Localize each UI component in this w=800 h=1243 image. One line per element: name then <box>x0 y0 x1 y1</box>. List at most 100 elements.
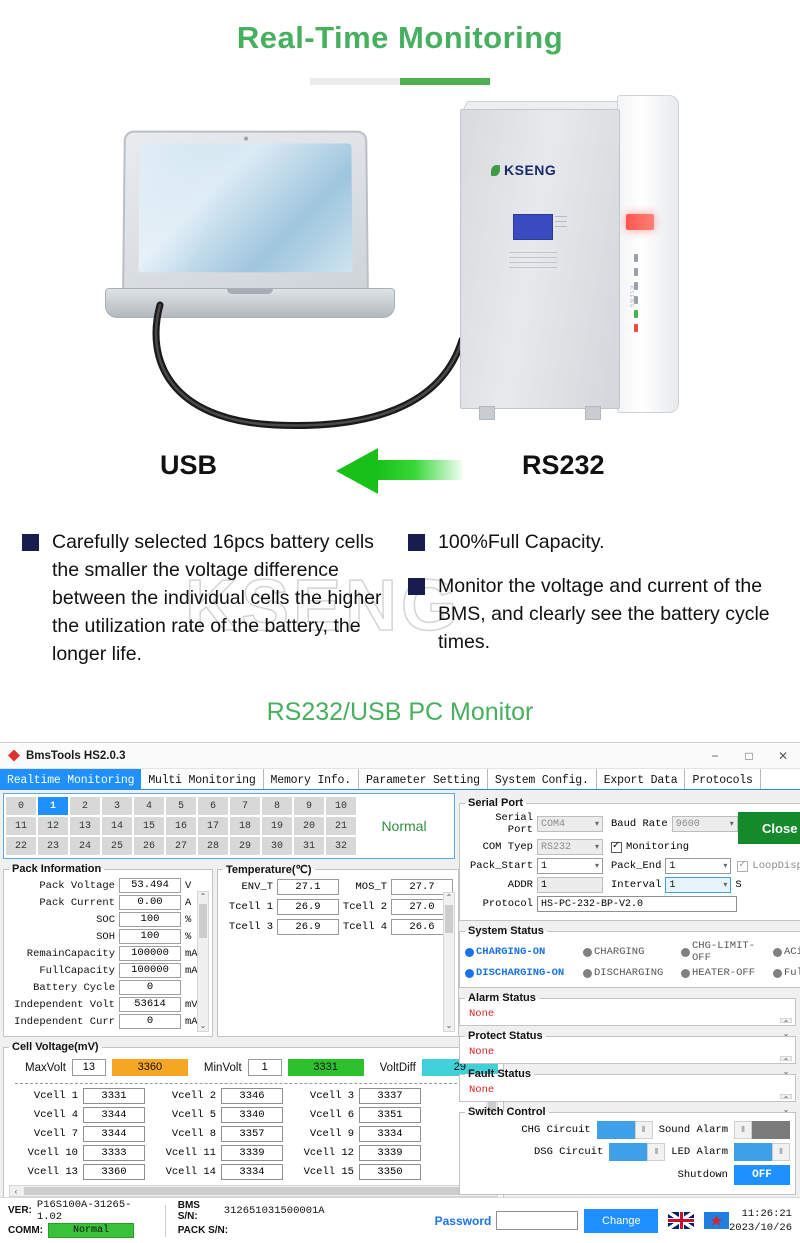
pack-number-12[interactable]: 12 <box>38 817 68 835</box>
scroll-down-icon[interactable]: ⌄ <box>200 1021 207 1031</box>
scrollbar-thumb[interactable] <box>445 905 453 933</box>
pack-information-scrollbar[interactable]: ⌃ ⌄ <box>197 891 209 1032</box>
pack-number-32[interactable]: 32 <box>326 837 356 855</box>
pack-number-22[interactable]: 22 <box>6 837 36 855</box>
addr-input[interactable]: 1 <box>537 877 603 893</box>
shutdown-button[interactable]: OFF <box>734 1165 790 1185</box>
divider-green-segment <box>400 78 490 85</box>
pack-number-6[interactable]: 6 <box>198 797 228 815</box>
cell-voltage-summary: MaxVolt 13 3360 MinVolt 1 3331 VoltDiff … <box>9 1056 498 1081</box>
cell-voltage-horizontal-scrollbar[interactable]: ‹ › <box>9 1185 498 1197</box>
led-alarm-toggle[interactable]: ⦀ <box>734 1143 790 1161</box>
scroll-up-icon[interactable]: ⌃ <box>200 892 207 902</box>
pack-start-select[interactable]: 1 ▾ <box>537 858 603 874</box>
pack-number-28[interactable]: 28 <box>198 837 228 855</box>
pack-number-30[interactable]: 30 <box>262 837 292 855</box>
pack-number-5[interactable]: 5 <box>166 797 196 815</box>
monitoring-checkbox[interactable] <box>611 840 622 853</box>
pack-number-27[interactable]: 27 <box>166 837 196 855</box>
scroll-up-icon[interactable]: ⌃ <box>783 1095 790 1105</box>
tab-parameter-setting[interactable]: Parameter Setting <box>359 769 488 789</box>
sound-alarm-toggle[interactable]: ⦀ <box>734 1121 790 1139</box>
tab-system-config[interactable]: System Config. <box>488 769 597 789</box>
pack-number-19[interactable]: 19 <box>262 817 292 835</box>
pack-info-row: RemainCapacity 100000 mAH <box>9 946 207 961</box>
tab-multi-monitoring[interactable]: Multi Monitoring <box>141 769 264 789</box>
scroll-up-icon[interactable]: ⌃ <box>783 1057 790 1067</box>
switch-control-legend: Switch Control <box>468 1106 546 1118</box>
pack-number-11[interactable]: 11 <box>6 817 36 835</box>
pack-number-26[interactable]: 26 <box>134 837 164 855</box>
pack-range-row: Pack_Start 1▾ Pack_End 1▾ LoopDisplay <box>465 858 800 874</box>
cell-voltage-label: Vcell 12 <box>303 1147 354 1159</box>
pack-number-15[interactable]: 15 <box>134 817 164 835</box>
pack-number-3[interactable]: 3 <box>102 797 132 815</box>
scroll-up-icon[interactable]: ⌃ <box>446 893 453 903</box>
tab-memory-info[interactable]: Memory Info. <box>264 769 359 789</box>
dsg-circuit-toggle[interactable]: ⦀ <box>609 1143 666 1161</box>
language-english-flag-icon[interactable] <box>668 1212 694 1229</box>
language-chinese-flag-icon[interactable]: ★ <box>703 1212 729 1229</box>
status-led-icon <box>773 947 782 957</box>
pack-number-1[interactable]: 1 <box>38 797 68 815</box>
tab-realtime-monitoring[interactable]: Realtime Monitoring <box>0 769 142 789</box>
pack-info-row: SOC 100% <box>9 912 207 927</box>
alarm-status-scrollbar[interactable]: ⌃ ⌄ <box>780 1018 792 1038</box>
protect-status-scrollbar[interactable]: ⌃ ⌄ <box>780 1056 792 1076</box>
system-status-indicator: ACin <box>773 940 800 964</box>
maximize-button[interactable]: □ <box>732 743 766 769</box>
loopdisplay-checkbox[interactable] <box>737 859 749 872</box>
pack-number-0[interactable]: 0 <box>6 797 36 815</box>
tab-export-data[interactable]: Export Data <box>597 769 686 789</box>
loopdisplay-checkbox-group[interactable]: LoopDisplay <box>737 859 800 872</box>
system-status-row: CHARGING-ON CHARGING CHG-LIMIT-OFF ACin <box>465 940 800 964</box>
protocol-input[interactable]: HS-PC-232-BP-V2.0 <box>537 896 737 912</box>
pack-number-20[interactable]: 20 <box>294 817 324 835</box>
chg-sound-row: CHG Circuit ⦀ Sound Alarm ⦀ <box>465 1121 790 1139</box>
pack-number-14[interactable]: 14 <box>102 817 132 835</box>
scroll-up-icon[interactable]: ⌃ <box>783 1019 790 1029</box>
interval-select[interactable]: 1 ▾ <box>665 877 732 893</box>
pack-info-row: Independent Volt 53614 mV <box>9 997 207 1012</box>
chg-circuit-toggle[interactable]: ⦀ <box>596 1121 653 1139</box>
pack-number-10[interactable]: 10 <box>326 797 356 815</box>
change-password-button[interactable]: Change <box>584 1208 659 1233</box>
pack-number-13[interactable]: 13 <box>70 817 100 835</box>
cell-voltage-value: 3334 <box>221 1164 283 1180</box>
baud-rate-select[interactable]: 9600 ▾ <box>671 816 738 832</box>
pack-number-17[interactable]: 17 <box>198 817 228 835</box>
minimize-button[interactable]: − <box>698 743 732 769</box>
serial-port-select[interactable]: COM4 ▾ <box>537 816 603 832</box>
cell-voltage-label: Vcell 4 <box>33 1109 78 1121</box>
scroll-left-icon[interactable]: ‹ <box>10 1187 22 1196</box>
close-window-button[interactable]: ✕ <box>766 743 800 769</box>
pack-number-31[interactable]: 31 <box>294 837 324 855</box>
serial-number-info: BMS S/N: 312651031500001A PACK S/N: <box>178 1200 325 1241</box>
close-port-button[interactable]: Close <box>737 812 800 844</box>
pack-number-9[interactable]: 9 <box>294 797 324 815</box>
pack-number-4[interactable]: 4 <box>134 797 164 815</box>
scrollbar-thumb[interactable] <box>199 904 207 938</box>
pack-number-25[interactable]: 25 <box>102 837 132 855</box>
pack-number-16[interactable]: 16 <box>166 817 196 835</box>
pack-end-select[interactable]: 1 ▾ <box>665 858 732 874</box>
right-panel: Serial Port Serial Port COM4 ▾ Baud Rate … <box>458 790 800 1215</box>
pack-number-21[interactable]: 21 <box>326 817 356 835</box>
status-label: ACin <box>784 946 800 958</box>
scrollbar-thumb-horizontal[interactable] <box>24 1187 461 1195</box>
temperature-scrollbar[interactable]: ⌃ ⌄ <box>443 892 455 1032</box>
scroll-down-icon[interactable]: ⌄ <box>446 1021 453 1031</box>
pack-number-7[interactable]: 7 <box>230 797 260 815</box>
monitoring-checkbox-group[interactable]: Monitoring <box>611 840 689 853</box>
pack-status-label: Normal <box>381 818 427 834</box>
pack-number-23[interactable]: 23 <box>38 837 68 855</box>
pack-number-24[interactable]: 24 <box>70 837 100 855</box>
password-input[interactable] <box>496 1211 579 1230</box>
fault-status-scrollbar[interactable]: ⌃ ⌄ <box>780 1094 792 1114</box>
pack-number-2[interactable]: 2 <box>70 797 100 815</box>
pack-number-8[interactable]: 8 <box>262 797 292 815</box>
tab-protocols[interactable]: Protocols <box>685 769 761 789</box>
com-type-select[interactable]: RS232 ▾ <box>537 839 603 855</box>
pack-number-29[interactable]: 29 <box>230 837 260 855</box>
pack-number-18[interactable]: 18 <box>230 817 260 835</box>
